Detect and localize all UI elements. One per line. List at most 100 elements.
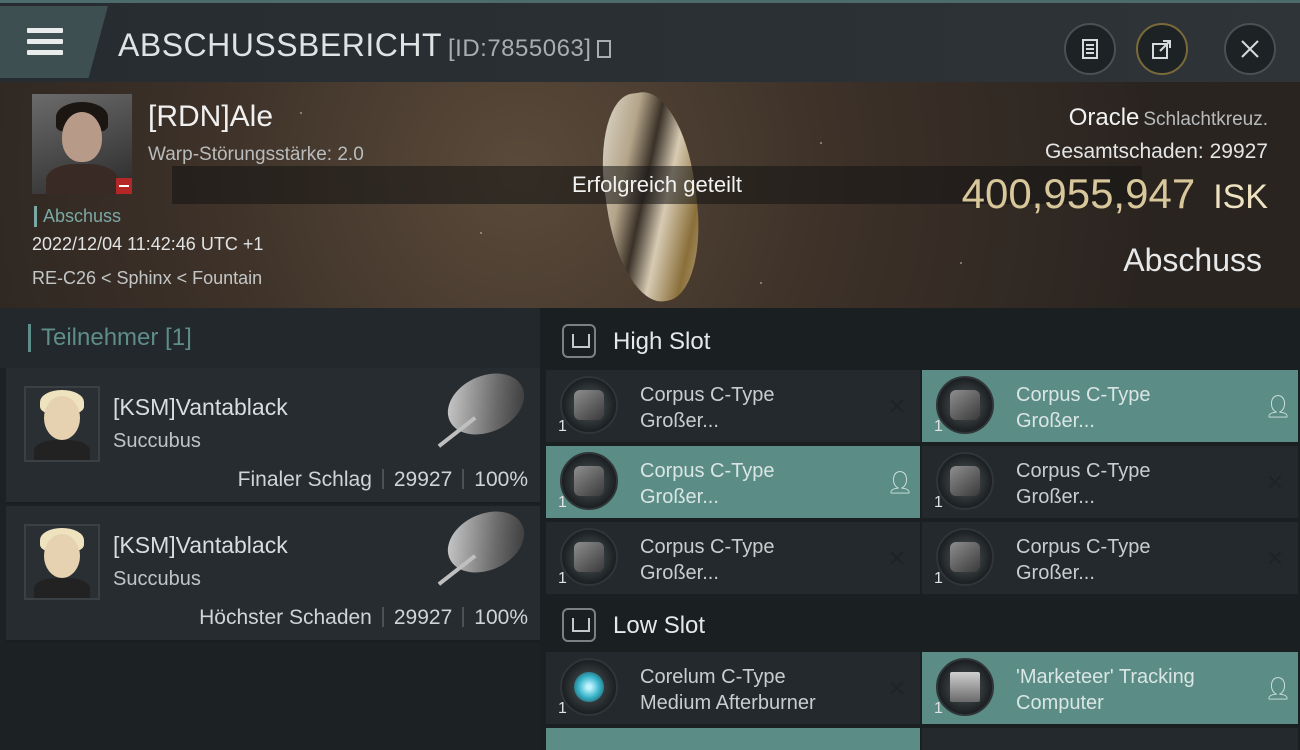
high-slot-header: High Slot — [540, 310, 1300, 370]
module-name: Corpus C-Type Großer... — [1016, 458, 1246, 510]
kill-location[interactable]: RE-C26 < Sphinx < Fountain — [32, 268, 262, 289]
module-icon — [936, 452, 994, 510]
clipboard-button[interactable] — [1064, 23, 1116, 75]
module-name: Corpus C-Type Großer... — [1016, 382, 1246, 434]
victim-banner: [RDN]Ale Warp-Störungsstärke: 2.0 Abschu… — [0, 82, 1300, 308]
person-icon: 👤︎ — [886, 470, 914, 495]
module-item[interactable]: 1 'Marketeer' Tracking Computer 👤︎ — [922, 652, 1298, 724]
participant-row[interactable]: [KSM]Vantablack Succubus Höchster Schade… — [6, 499, 540, 642]
clipboard-icon — [1082, 39, 1098, 59]
module-qty: 1 — [558, 418, 567, 435]
participant-role: Höchster Schaden — [199, 606, 372, 629]
module-name-line2: Großer... — [1016, 486, 1095, 508]
module-name: Corpus C-Type Großer... — [1016, 534, 1246, 586]
participant-stats: Höchster Schaden 29927 100% — [199, 606, 528, 630]
high-slot-icon — [562, 324, 596, 358]
page-title: ABSCHUSSBERICHT [ID:7855063] — [118, 27, 612, 64]
module-name-line2: Großer... — [1016, 562, 1095, 584]
total-damage-value: 29927 — [1209, 140, 1268, 163]
module-qty: 1 — [934, 570, 943, 587]
module-name-line1: Corpus C-Type — [1016, 536, 1151, 558]
module-item[interactable]: 1 Corpus C-Type Großer... ✕ — [546, 370, 920, 442]
module-name-line1: 'Marketeer' Tracking — [1016, 666, 1195, 688]
module-name-line1: Corpus C-Type — [1016, 384, 1151, 406]
afterburner-icon — [560, 658, 618, 716]
hostile-badge — [116, 178, 132, 194]
module-name-line1: Corpus C-Type — [640, 384, 775, 406]
participant-ship: Succubus — [113, 430, 201, 452]
share-icon — [1152, 40, 1171, 59]
module-qty: 1 — [934, 418, 943, 435]
tracking-computer-icon — [936, 658, 994, 716]
kill-datetime: 2022/12/04 11:42:46 UTC +1 — [32, 234, 264, 254]
participant-percent: 100% — [474, 606, 528, 629]
low-slot-label: Low Slot — [613, 612, 706, 639]
warp-disruption: Warp-Störungsstärke: 2.0 — [148, 144, 364, 165]
module-icon — [560, 452, 618, 510]
avatar[interactable] — [24, 524, 100, 600]
result-label: Abschuss — [1123, 242, 1262, 278]
module-name-line1: Corpus C-Type — [1016, 460, 1151, 482]
fitting-panel: High Slot 1 Corpus C-Type Großer... ✕ 1 C… — [540, 308, 1300, 750]
module-name-line1: Corpus C-Type — [640, 460, 775, 482]
module-item[interactable]: 1 Corelum C-Type Medium Afterburner ✕ — [546, 652, 920, 724]
module-name-line2: Großer... — [640, 410, 719, 432]
module-name: Corpus C-Type Großer... — [640, 382, 870, 434]
low-slot-icon — [562, 608, 596, 642]
total-damage-label: Gesamtschaden: — [1044, 140, 1204, 163]
module-name-line1: Corpus C-Type — [640, 536, 775, 558]
module-item[interactable]: 1 Corpus C-Type Großer... ✕ — [546, 522, 920, 594]
module-qty: 1 — [558, 494, 567, 511]
participant-row[interactable]: [KSM]Vantablack Succubus Finaler Schlag 2… — [6, 361, 540, 504]
title-text: ABSCHUSSBERICHT — [118, 27, 442, 63]
module-name: Corpus C-Type Großer... — [640, 458, 870, 510]
close-button[interactable] — [1224, 23, 1276, 75]
isk-amount: 400,955,947 — [961, 170, 1196, 217]
menu-button[interactable] — [0, 6, 108, 78]
module-item[interactable]: 1 Corpus C-Type Großer... ✕ — [922, 446, 1298, 518]
participant-role: Finaler Schlag — [237, 468, 372, 491]
module-item-partial[interactable] — [922, 728, 1298, 750]
module-name-line2: Computer — [1016, 692, 1104, 714]
victim-ship[interactable]: Oracle Schlachtkreuz. — [1069, 104, 1268, 132]
report-id: [ID:7855063] — [448, 35, 592, 62]
title-bar: ABSCHUSSBERICHT [ID:7855063] — [0, 0, 1300, 82]
ship-name: Oracle — [1068, 104, 1140, 131]
isk-value: 400,955,947 ISK — [962, 170, 1268, 218]
participants-heading: Teilnehmer [1] — [28, 324, 192, 352]
person-icon: 👤︎ — [1264, 676, 1292, 701]
x-icon: ✕ — [1265, 546, 1285, 571]
module-item[interactable]: 1 Corpus C-Type Großer... ✕ — [922, 522, 1298, 594]
participants-header: Teilnehmer [1] — [0, 308, 540, 368]
module-icon — [936, 376, 994, 434]
victim-name[interactable]: [RDN]Ale — [148, 100, 273, 134]
module-name: Corpus C-Type Großer... — [640, 534, 870, 586]
module-qty: 1 — [558, 570, 567, 587]
module-icon — [560, 376, 618, 434]
person-icon: 👤︎ — [1264, 394, 1292, 419]
module-name-line1: Corelum C-Type — [640, 666, 786, 688]
module-item[interactable]: 1 Corpus C-Type Großer... 👤︎ — [546, 446, 920, 518]
participant-name: [KSM]Vantablack — [113, 394, 288, 420]
module-name-line2: Großer... — [640, 486, 719, 508]
avatar[interactable] — [24, 386, 100, 462]
isk-unit: ISK — [1213, 178, 1268, 216]
module-item[interactable]: 1 Corpus C-Type Großer... 👤︎ — [922, 370, 1298, 442]
x-icon: ✕ — [887, 546, 907, 571]
low-slot-header: Low Slot — [540, 594, 1300, 654]
participants-panel: Teilnehmer [1] [KSM]Vantablack Succubus … — [0, 308, 540, 750]
module-icon — [936, 528, 994, 586]
module-name-line2: Großer... — [640, 562, 719, 584]
share-button[interactable] — [1136, 23, 1188, 75]
participant-percent: 100% — [474, 468, 528, 491]
module-name-line2: Medium Afterburner — [640, 692, 816, 714]
participant-stats: Finaler Schlag 29927 100% — [238, 468, 528, 492]
module-item-partial[interactable] — [546, 728, 920, 750]
hamburger-icon — [27, 28, 63, 56]
participant-damage: 29927 — [393, 468, 453, 491]
x-icon: ✕ — [887, 394, 907, 419]
module-name: Corelum C-Type Medium Afterburner — [640, 664, 870, 716]
participant-ship: Succubus — [113, 568, 201, 590]
copy-icon[interactable] — [597, 40, 612, 58]
module-icon — [560, 528, 618, 586]
